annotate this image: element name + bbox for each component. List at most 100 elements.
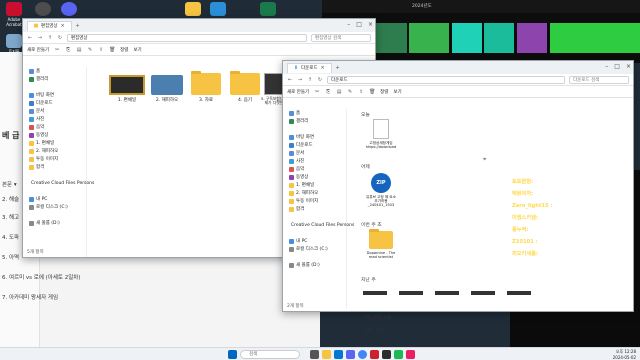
sidebar-item[interactable]: Creative Cloud Files Persons	[23, 179, 94, 187]
maximize-icon[interactable]: □	[356, 21, 362, 28]
close-window-icon[interactable]: ×	[368, 21, 373, 28]
sidebar-item[interactable]: 합격	[283, 205, 346, 213]
sidebar-item[interactable]: 바탕 화면	[283, 133, 346, 141]
minimize-icon[interactable]: –	[347, 21, 350, 28]
folder-item[interactable]: 3. 자료	[188, 71, 224, 103]
sidebar-item[interactable]: 1. 편채널	[23, 139, 86, 147]
search-input[interactable]: 다운로드 검색	[569, 75, 629, 84]
folder-item[interactable]: 1. 편채널	[107, 75, 147, 103]
file-explorer-icon[interactable]	[322, 350, 331, 359]
new-button[interactable]: 새로 만들기	[27, 47, 49, 53]
new-tab-icon[interactable]: +	[75, 23, 81, 29]
sidebar-item[interactable]: 문서	[283, 149, 346, 157]
new-tab-icon[interactable]: +	[335, 65, 341, 71]
file-item[interactable]: 고정상세정게임 https://download	[365, 119, 397, 149]
app-icon[interactable]	[394, 350, 403, 359]
sidebar-item[interactable]: 새 볼륨 (D:)	[23, 219, 86, 227]
bg-option[interactable]: CCL 사용	[365, 328, 384, 334]
back-icon[interactable]: ←	[287, 77, 293, 83]
sidebar-item[interactable]: 투동 이미지	[23, 155, 86, 163]
sidebar-item[interactable]: 홈	[23, 67, 86, 75]
sidebar-item[interactable]: 로컬 디스크 (C:)	[283, 245, 346, 253]
sidebar-item[interactable]: 내 PC	[23, 195, 86, 203]
edge-icon[interactable]	[334, 350, 343, 359]
bg-page-subnav[interactable]: 본문 ▾	[2, 180, 17, 188]
share-icon[interactable]: ⇪	[98, 47, 104, 53]
share-icon[interactable]: ⇪	[358, 89, 364, 95]
sidebar-item[interactable]: 사진	[283, 157, 346, 165]
sidebar-item[interactable]: Creative Cloud Files Persons	[283, 221, 354, 229]
sidebar-item[interactable]: 사진	[23, 115, 86, 123]
sidebar-item[interactable]: 새 볼륨 (D:)	[283, 261, 346, 269]
new-button[interactable]: 새로 만들기	[287, 89, 309, 95]
close-icon[interactable]: ×	[60, 23, 66, 29]
folder-item[interactable]: 4. 음기	[227, 71, 263, 103]
address-bar[interactable]: 편집영상	[67, 33, 307, 42]
sidebar-item[interactable]: 2. 해피하오	[283, 189, 346, 197]
desktop-icon-folder[interactable]	[180, 2, 206, 17]
start-icon[interactable]	[228, 350, 237, 359]
delete-icon[interactable]: 🗑	[369, 89, 375, 95]
sort-button[interactable]: 정렬	[120, 47, 128, 53]
sidebar-item[interactable]: 2. 해피하오	[23, 147, 86, 155]
maximize-icon[interactable]: □	[614, 63, 620, 70]
sidebar-item[interactable]: 음악	[23, 123, 86, 131]
sidebar-item[interactable]: 1. 편채널	[283, 181, 346, 189]
copy-icon[interactable]: ⎘	[65, 47, 71, 53]
app-icon[interactable]	[406, 350, 415, 359]
sidebar-item[interactable]: 합격	[23, 163, 86, 171]
app-icon[interactable]	[370, 350, 379, 359]
sort-button[interactable]: 정렬	[380, 89, 388, 95]
address-bar[interactable]: 다운로드	[327, 75, 565, 84]
minimize-icon[interactable]: –	[605, 63, 608, 70]
forward-icon[interactable]: →	[297, 77, 303, 83]
cut-icon[interactable]: ✂	[54, 47, 60, 53]
sidebar-item[interactable]: 다운로드	[283, 141, 346, 149]
sidebar-item[interactable]: 문서	[23, 107, 86, 115]
sidebar-item[interactable]: 동영상	[283, 173, 346, 181]
delete-icon[interactable]: 🗑	[109, 47, 115, 53]
obs-icon[interactable]	[382, 350, 391, 359]
desktop-icon-zip[interactable]	[205, 2, 231, 17]
sidebar-item[interactable]: 음악	[283, 165, 346, 173]
view-button[interactable]: 보기	[393, 89, 401, 95]
search-input[interactable]: 편집영상 검색	[311, 33, 371, 42]
rename-icon[interactable]: ✎	[87, 47, 93, 53]
sidebar-item[interactable]: 로컬 디스크 (C:)	[23, 203, 86, 211]
copy-icon[interactable]: ⎘	[325, 89, 331, 95]
view-button[interactable]: 보기	[133, 47, 141, 53]
up-icon[interactable]: ↑	[307, 77, 313, 83]
file-item[interactable]: ZIP 유튜브 고정 에 요소 추가하용 _240401_1503	[365, 173, 397, 207]
clock[interactable]: 오후 12:28 2024-05-02	[590, 349, 636, 360]
back-icon[interactable]: ←	[27, 35, 33, 41]
cut-icon[interactable]: ✂	[314, 89, 320, 95]
paste-icon[interactable]: ▤	[336, 89, 342, 95]
sidebar-item[interactable]: 투동 이미지	[283, 197, 346, 205]
sidebar-item[interactable]: 다운로드	[23, 99, 86, 107]
sidebar-item[interactable]: 홈	[283, 109, 346, 117]
chrome-icon[interactable]	[358, 350, 367, 359]
forward-icon[interactable]: →	[37, 35, 43, 41]
sidebar-item[interactable]: 동영상	[23, 131, 86, 139]
close-icon[interactable]: ×	[320, 65, 326, 71]
tab-editing[interactable]: ■ 편집영상 ×	[27, 20, 72, 31]
refresh-icon[interactable]: ↻	[317, 77, 323, 83]
paste-icon[interactable]: ▤	[76, 47, 82, 53]
discord-icon[interactable]	[346, 350, 355, 359]
desktop-icon-discord[interactable]	[56, 2, 82, 17]
tab-downloads[interactable]: ⬇ 다운로드 ×	[287, 62, 332, 73]
sidebar-item[interactable]: 갤러리	[23, 75, 86, 83]
sidebar-item[interactable]: 바탕 화면	[23, 91, 86, 99]
up-icon[interactable]: ↑	[47, 35, 53, 41]
taskbar-search-input[interactable]: 검색	[240, 350, 300, 359]
sidebar-item[interactable]: 내 PC	[283, 237, 346, 245]
folder-item[interactable]: 2. 해피하오	[149, 75, 185, 103]
refresh-icon[interactable]: ↻	[57, 35, 63, 41]
rename-icon[interactable]: ✎	[347, 89, 353, 95]
close-window-icon[interactable]: ×	[626, 63, 631, 70]
folder-item[interactable]: Dopamine - The mad scientist	[365, 229, 397, 259]
desktop-icon-app[interactable]	[30, 2, 56, 17]
desktop-icon-app2[interactable]	[255, 2, 281, 17]
task-view-icon[interactable]	[310, 350, 319, 359]
sidebar-item[interactable]: 갤러리	[283, 117, 346, 125]
